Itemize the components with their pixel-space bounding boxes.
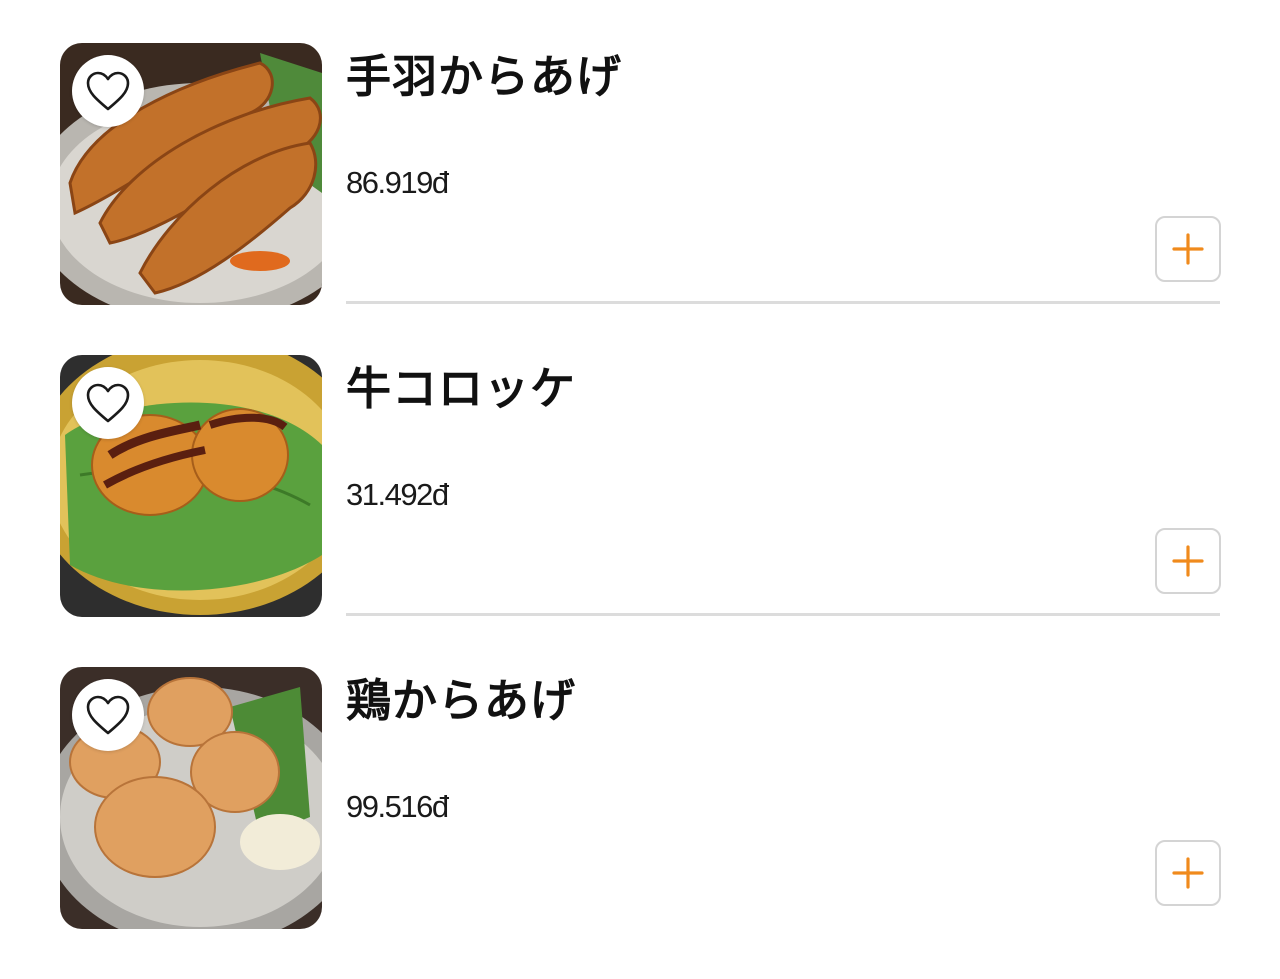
menu-item[interactable]: 鶏からあげ 99.516đ bbox=[0, 667, 1280, 979]
heart-outline-icon bbox=[86, 383, 130, 423]
favorite-button[interactable] bbox=[72, 55, 144, 127]
item-name: 鶏からあげ bbox=[346, 674, 577, 727]
menu-item[interactable]: 手羽からあげ 86.919đ bbox=[0, 43, 1280, 355]
plus-icon bbox=[1172, 857, 1204, 889]
heart-outline-icon bbox=[86, 71, 130, 111]
menu-item[interactable]: 牛コロッケ 31.492đ bbox=[0, 355, 1280, 667]
item-divider bbox=[346, 301, 1220, 304]
item-divider bbox=[346, 613, 1220, 616]
item-price: 99.516đ bbox=[346, 789, 449, 824]
item-name: 牛コロッケ bbox=[346, 362, 577, 415]
add-to-cart-button[interactable] bbox=[1155, 840, 1221, 906]
menu-item-list: 手羽からあげ 86.919đ 牛コロッケ 31.492đ 鶏からあげ 99.51… bbox=[0, 0, 1280, 929]
favorite-button[interactable] bbox=[72, 367, 144, 439]
plus-icon bbox=[1172, 233, 1204, 265]
dish-photo-beef-croquette[interactable] bbox=[60, 355, 322, 617]
add-to-cart-button[interactable] bbox=[1155, 216, 1221, 282]
plus-icon bbox=[1172, 545, 1204, 577]
dish-photo-fried-chicken[interactable] bbox=[60, 667, 322, 929]
heart-outline-icon bbox=[86, 695, 130, 735]
add-to-cart-button[interactable] bbox=[1155, 528, 1221, 594]
item-price: 86.919đ bbox=[346, 165, 449, 200]
dish-photo-chicken-wings[interactable] bbox=[60, 43, 322, 305]
item-name: 手羽からあげ bbox=[346, 50, 623, 103]
item-price: 31.492đ bbox=[346, 477, 449, 512]
favorite-button[interactable] bbox=[72, 679, 144, 751]
